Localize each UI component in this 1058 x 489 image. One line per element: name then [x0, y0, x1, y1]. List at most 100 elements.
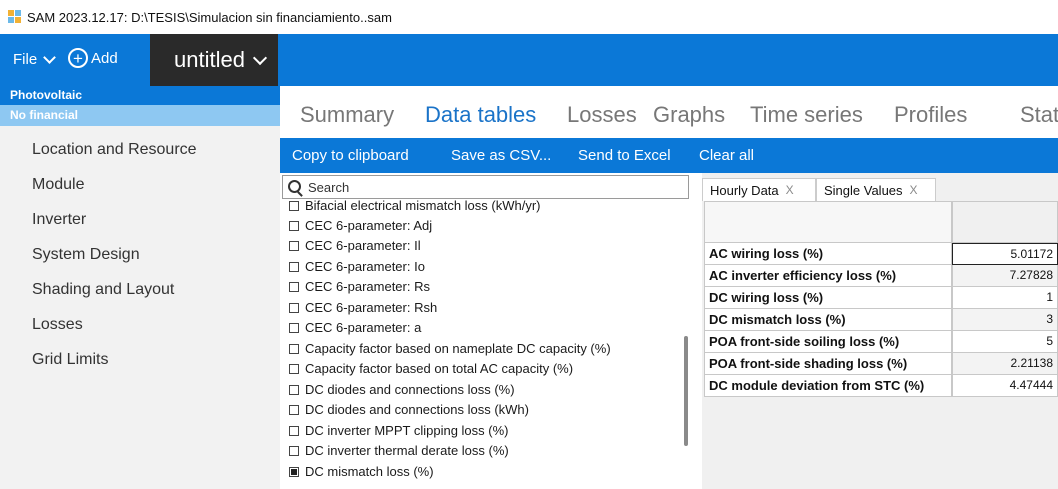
variable-label: Bifacial electrical mismatch loss (kWh/y…: [305, 199, 541, 213]
checkbox-checked[interactable]: [289, 466, 299, 477]
checkbox[interactable]: [289, 404, 299, 415]
results-subtabs: Hourly Data X Single Values X: [702, 173, 1058, 201]
variable-list[interactable]: Bifacial electrical mismatch loss (kWh/y…: [280, 199, 675, 489]
checkbox[interactable]: [289, 302, 299, 313]
list-item[interactable]: CEC 6-parameter: Rsh: [289, 300, 437, 315]
search-placeholder: Search: [308, 180, 350, 195]
list-item[interactable]: CEC 6-parameter: a: [289, 320, 421, 335]
subtab-single-values[interactable]: Single Values X: [816, 178, 936, 201]
checkbox[interactable]: [289, 200, 299, 211]
variable-label: Capacity factor based on nameplate DC ca…: [305, 341, 611, 356]
table-row: DC module deviation from STC (%) 4.47444: [704, 375, 1058, 397]
close-icon[interactable]: X: [910, 183, 918, 197]
checkbox[interactable]: [289, 425, 299, 436]
checkbox[interactable]: [289, 322, 299, 333]
row-label: DC wiring loss (%): [704, 287, 952, 309]
sidebar: Photovoltaic No financial Location and R…: [0, 86, 280, 489]
checkbox[interactable]: [289, 384, 299, 395]
row-value[interactable]: 2.21138: [952, 353, 1058, 375]
checkbox[interactable]: [289, 261, 299, 272]
variable-list-pane: Search Bifacial electrical mismatch loss…: [280, 173, 692, 489]
list-item[interactable]: DC diodes and connections loss (kWh): [289, 402, 529, 417]
tab-data-tables[interactable]: Data tables: [425, 102, 536, 128]
row-label: DC mismatch loss (%): [704, 309, 952, 331]
list-item[interactable]: DC inverter thermal derate loss (%): [289, 443, 509, 458]
list-item[interactable]: Capacity factor based on total AC capaci…: [289, 361, 573, 376]
subtab-label: Single Values: [824, 182, 903, 198]
file-menu-label: File: [13, 51, 38, 68]
row-value[interactable]: 4.47444: [952, 375, 1058, 397]
sidebar-item-losses[interactable]: Losses: [32, 316, 83, 334]
tab-losses[interactable]: Losses: [567, 102, 637, 128]
variable-label: CEC 6-parameter: Il: [305, 238, 421, 253]
plus-circle-icon: +: [68, 48, 88, 68]
results-pane: Hourly Data X Single Values X AC wiring …: [702, 173, 1058, 489]
variable-label: CEC 6-parameter: a: [305, 320, 422, 335]
checkbox[interactable]: [289, 363, 299, 374]
row-label: POA front-side soiling loss (%): [704, 331, 952, 353]
technology-label[interactable]: Photovoltaic: [0, 86, 280, 105]
list-item[interactable]: DC inverter MPPT clipping loss (%): [289, 423, 508, 438]
table-row: DC mismatch loss (%) 3: [704, 309, 1058, 331]
list-item[interactable]: Bifacial electrical mismatch loss (kWh/y…: [289, 199, 541, 213]
subtab-hourly-data[interactable]: Hourly Data X: [702, 178, 816, 201]
row-label: AC wiring loss (%): [704, 243, 952, 265]
table-row: AC wiring loss (%) 5.01172: [704, 243, 1058, 265]
tab-statistics[interactable]: Stat: [1020, 102, 1058, 128]
list-item[interactable]: DC diodes and connections loss (%): [289, 382, 515, 397]
sidebar-item-shading-and-layout[interactable]: Shading and Layout: [32, 281, 174, 299]
send-to-excel-button[interactable]: Send to Excel: [578, 147, 671, 164]
tab-profiles[interactable]: Profiles: [894, 102, 967, 128]
sidebar-item-system-design[interactable]: System Design: [32, 246, 140, 264]
checkbox[interactable]: [289, 281, 299, 292]
row-value[interactable]: 5.01172: [952, 243, 1058, 265]
table-row: POA front-side shading loss (%) 2.21138: [704, 353, 1058, 375]
tab-summary[interactable]: Summary: [300, 102, 394, 128]
search-icon: [288, 180, 301, 193]
variable-label: DC diodes and connections loss (kWh): [305, 402, 529, 417]
checkbox[interactable]: [289, 220, 299, 231]
sidebar-item-grid-limits[interactable]: Grid Limits: [32, 351, 108, 369]
copy-to-clipboard-button[interactable]: Copy to clipboard: [292, 147, 409, 164]
list-item[interactable]: DC mismatch loss (%): [289, 464, 434, 479]
table-row: POA front-side soiling loss (%) 5: [704, 331, 1058, 353]
grid-header-value: [952, 201, 1058, 243]
list-item[interactable]: CEC 6-parameter: Rs: [289, 279, 430, 294]
variable-list-scrollbar[interactable]: [684, 336, 688, 446]
sidebar-item-module[interactable]: Module: [32, 176, 84, 194]
save-as-csv-button[interactable]: Save as CSV...: [451, 147, 551, 164]
search-input[interactable]: Search: [282, 175, 689, 199]
variable-label: Capacity factor based on total AC capaci…: [305, 361, 574, 376]
list-item[interactable]: CEC 6-parameter: Adj: [289, 218, 432, 233]
variable-label: DC mismatch loss (%): [305, 464, 434, 479]
list-item[interactable]: CEC 6-parameter: Il: [289, 238, 421, 253]
tab-time-series[interactable]: Time series: [750, 102, 863, 128]
checkbox[interactable]: [289, 240, 299, 251]
table-row: DC wiring loss (%) 1: [704, 287, 1058, 309]
row-value[interactable]: 5: [952, 331, 1058, 353]
tab-graphs[interactable]: Graphs: [653, 102, 725, 128]
list-item[interactable]: Capacity factor based on nameplate DC ca…: [289, 341, 611, 356]
checkbox[interactable]: [289, 445, 299, 456]
file-menu-button[interactable]: File: [13, 50, 57, 68]
financial-label[interactable]: No financial: [0, 105, 280, 126]
close-icon[interactable]: X: [786, 183, 794, 197]
chevron-down-icon: [252, 50, 268, 65]
sam-app-icon: [8, 10, 22, 24]
title-bar: SAM 2023.12.17: D:\TESIS\Simulacion sin …: [0, 0, 1058, 34]
row-value[interactable]: 7.27828: [952, 265, 1058, 287]
row-value[interactable]: 1: [952, 287, 1058, 309]
clear-all-button[interactable]: Clear all: [699, 147, 754, 164]
list-item[interactable]: CEC 6-parameter: Io: [289, 259, 425, 274]
case-tab[interactable]: untitled: [150, 34, 278, 86]
row-value[interactable]: 3: [952, 309, 1058, 331]
table-row: AC inverter efficiency loss (%) 7.27828: [704, 265, 1058, 287]
sidebar-item-location-and-resource[interactable]: Location and Resource: [32, 141, 197, 159]
case-name: untitled: [174, 47, 245, 72]
sidebar-item-inverter[interactable]: Inverter: [32, 211, 86, 229]
variable-label: DC diodes and connections loss (%): [305, 382, 515, 397]
checkbox[interactable]: [289, 343, 299, 354]
add-case-button[interactable]: + Add: [68, 48, 118, 68]
data-tables-actionbar: Copy to clipboard Save as CSV... Send to…: [280, 138, 1058, 173]
grid-header-corner: [704, 201, 952, 243]
